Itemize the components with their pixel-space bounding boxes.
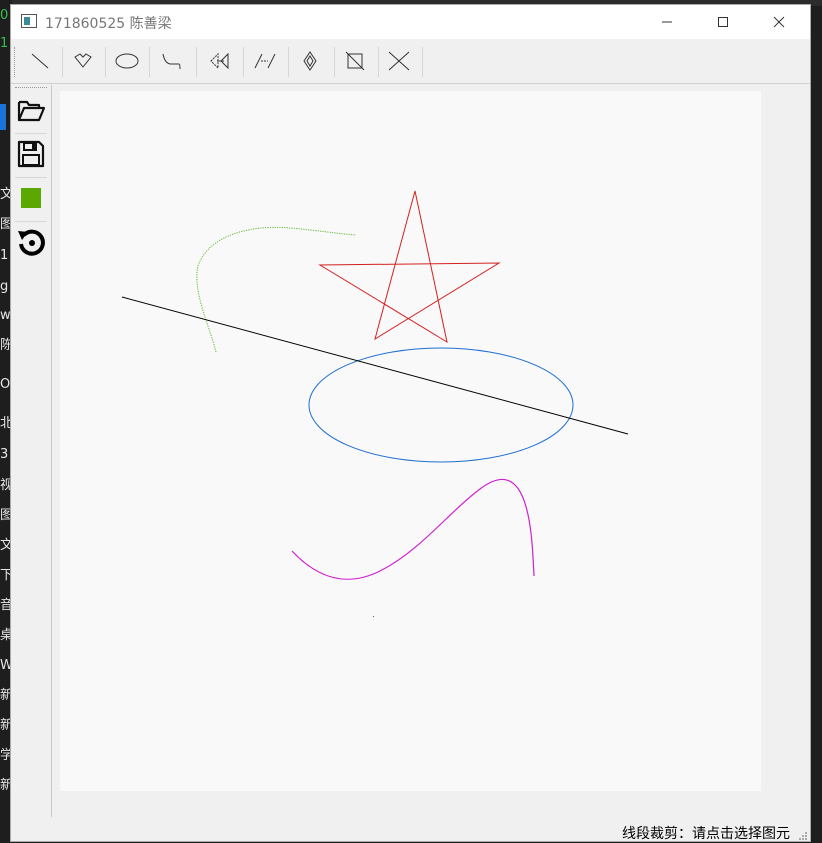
canvas-surface [121, 190, 629, 617]
black-line[interactable] [121, 296, 629, 435]
close-button[interactable] [756, 5, 802, 39]
drawing-canvas[interactable] [60, 91, 761, 791]
color-swatch [21, 188, 41, 208]
floppy-disk-icon [17, 140, 45, 168]
minimize-button[interactable] [644, 5, 690, 39]
toolbar-divider [334, 47, 335, 77]
window-title: 171860525 陈善梁 [45, 16, 172, 32]
resize-grip-icon[interactable] [798, 831, 808, 841]
reset-canvas-button[interactable] [15, 225, 47, 259]
close-icon [773, 16, 785, 28]
toolbar-divider [243, 47, 244, 77]
rotate-tool-button[interactable] [249, 46, 281, 76]
color-picker-button[interactable] [15, 181, 47, 215]
translate-tool-button[interactable] [205, 46, 237, 76]
delete-tool-button[interactable] [383, 46, 415, 76]
title-bar[interactable]: 171860525 陈善梁 [11, 5, 810, 39]
status-message: 线段裁剪：请点击选择图元 [622, 826, 790, 842]
toolbar-divider [288, 47, 289, 77]
folder-open-icon [17, 100, 46, 122]
translate-icon [210, 52, 229, 70]
bg-blue-block [0, 104, 6, 130]
app-icon [21, 14, 37, 28]
toolbar-divider [62, 47, 63, 77]
stray-point [373, 616, 374, 617]
reset-icon [18, 229, 45, 256]
ellipse-icon [115, 53, 139, 69]
polygon-icon [74, 53, 92, 68]
scale-icon [303, 51, 317, 71]
red-star-polygon[interactable] [318, 190, 501, 344]
line-tool-button[interactable] [24, 46, 56, 76]
open-file-button[interactable] [15, 93, 47, 127]
polygon-tool-button[interactable] [67, 46, 99, 76]
scale-tool-button[interactable] [294, 46, 326, 76]
clip-tool-button[interactable] [339, 46, 371, 76]
cross-icon [388, 51, 410, 71]
toolbar-divider [422, 47, 423, 77]
curve-icon [162, 53, 181, 70]
blue-ellipse[interactable] [308, 347, 574, 463]
curve-tool-button[interactable] [155, 46, 187, 76]
maximize-button[interactable] [700, 5, 746, 39]
status-bar: 线段裁剪：请点击选择图元 [11, 819, 810, 843]
ellipse-tool-button[interactable] [111, 46, 143, 76]
sidebar-divider [15, 177, 47, 178]
save-file-button[interactable] [15, 137, 47, 171]
minimize-icon [662, 21, 672, 23]
main-window: 171860525 陈善梁 线段裁剪：请点击选择图元 [10, 4, 811, 842]
toolbar-grip[interactable] [14, 47, 17, 77]
line-icon [31, 53, 49, 69]
rotate-icon [254, 53, 276, 69]
toolbar-divider [378, 47, 379, 77]
clip-icon [345, 51, 365, 71]
toolbar-divider [149, 47, 150, 77]
sidebar-grip[interactable] [15, 87, 47, 90]
maximize-icon [718, 17, 728, 27]
file-sidebar [11, 85, 52, 817]
sidebar-divider [15, 133, 47, 134]
sidebar-divider [15, 221, 47, 222]
green-curve[interactable] [196, 226, 357, 353]
toolbar-divider [196, 47, 197, 77]
toolbar-divider [105, 47, 106, 77]
drawing-toolbar [11, 41, 810, 84]
magenta-curve[interactable] [291, 479, 535, 580]
